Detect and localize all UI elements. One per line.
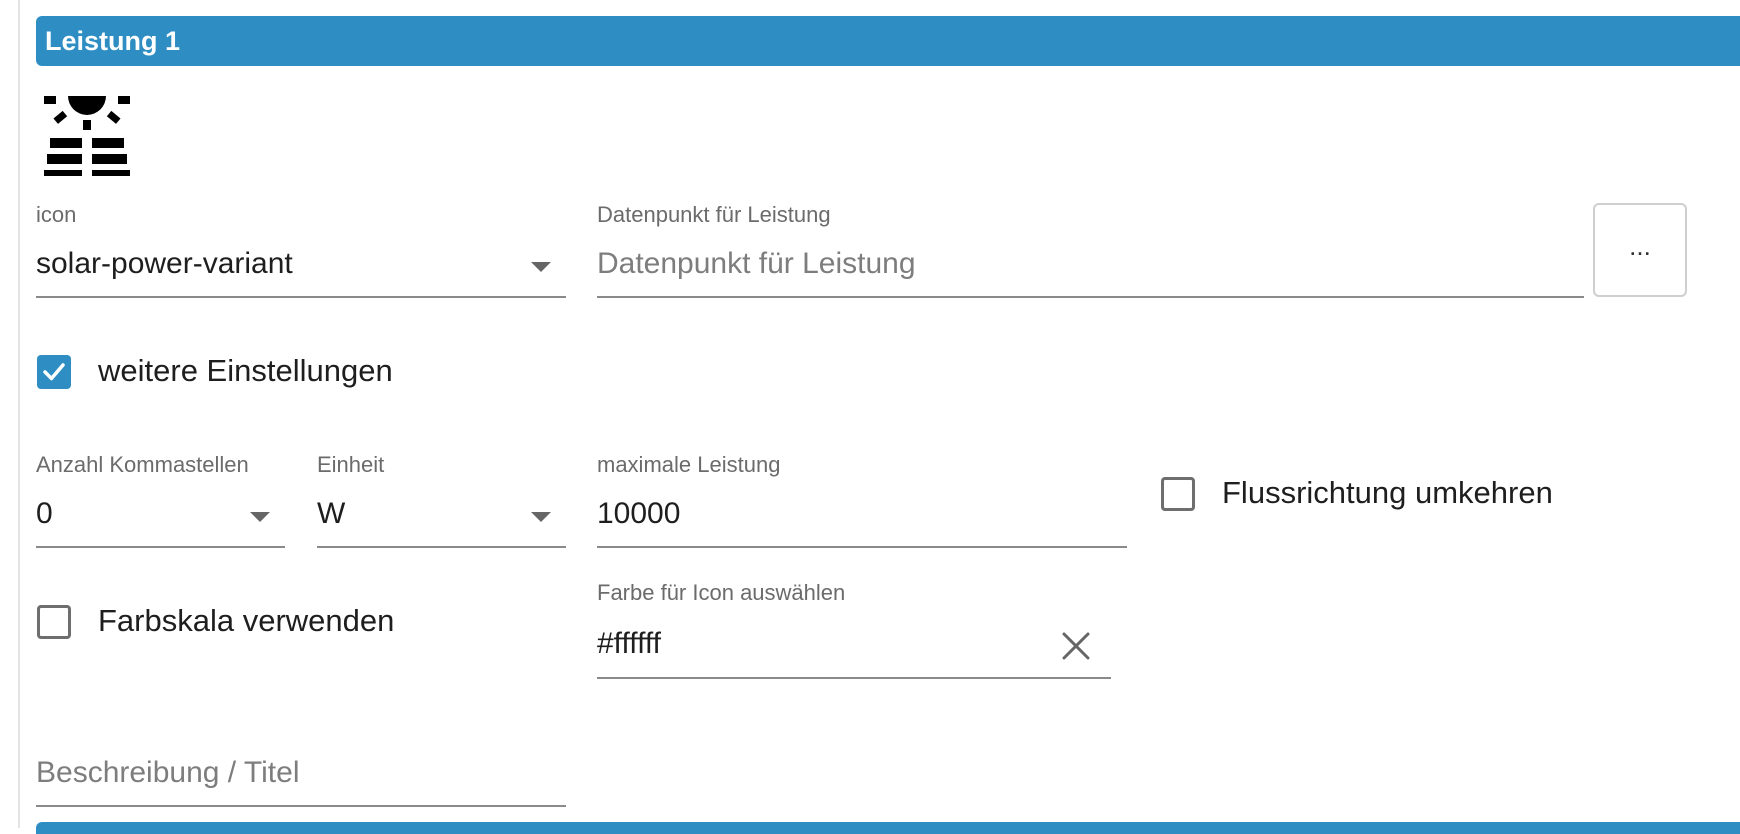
reverse-flow-checkbox[interactable] [1161, 477, 1195, 511]
clear-icon[interactable] [1060, 630, 1092, 662]
section-title: Leistung 1 [45, 26, 181, 56]
max-power-input[interactable]: 10000 [597, 497, 680, 531]
unit-select-value[interactable]: W [317, 497, 345, 531]
icon-select-value[interactable]: solar-power-variant [36, 247, 293, 281]
icon-color-input-underline [597, 677, 1111, 679]
color-scale-checkbox[interactable] [37, 605, 71, 639]
decimals-select-value[interactable]: 0 [36, 497, 53, 531]
reverse-flow-label[interactable]: Flussrichtung umkehren [1222, 475, 1553, 511]
description-input[interactable]: Beschreibung / Titel [36, 756, 299, 790]
solar-power-variant-icon [44, 96, 130, 176]
left-divider [18, 0, 20, 828]
color-scale-label[interactable]: Farbskala verwenden [98, 603, 394, 639]
icon-select-underline [36, 296, 566, 298]
icon-color-input[interactable]: #ffffff [597, 627, 661, 661]
unit-field-label: Einheit [317, 452, 385, 477]
unit-select-underline [317, 546, 566, 548]
select-datapoint-button[interactable]: ... [1593, 203, 1687, 297]
checkmark-icon [43, 363, 65, 381]
max-power-input-underline [597, 546, 1127, 548]
datapoint-input-underline [597, 296, 1584, 298]
more-settings-checkbox[interactable] [37, 355, 71, 389]
description-input-underline [36, 805, 566, 807]
datapoint-field-label: Datenpunkt für Leistung [597, 202, 831, 227]
chevron-down-icon[interactable] [250, 512, 270, 522]
max-power-field-label: maximale Leistung [597, 452, 781, 477]
section-header: Leistung 1 [36, 16, 1740, 66]
chevron-down-icon[interactable] [531, 512, 551, 522]
datapoint-input[interactable]: Datenpunkt für Leistung [597, 247, 916, 281]
icon-field-label: icon [36, 202, 77, 227]
decimals-field-label: Anzahl Kommastellen [36, 452, 249, 477]
decimals-select-underline [36, 546, 285, 548]
more-settings-label[interactable]: weitere Einstellungen [98, 353, 393, 389]
next-section-header [36, 822, 1740, 834]
icon-color-field-label: Farbe für Icon auswählen [597, 580, 846, 605]
chevron-down-icon[interactable] [531, 262, 551, 272]
